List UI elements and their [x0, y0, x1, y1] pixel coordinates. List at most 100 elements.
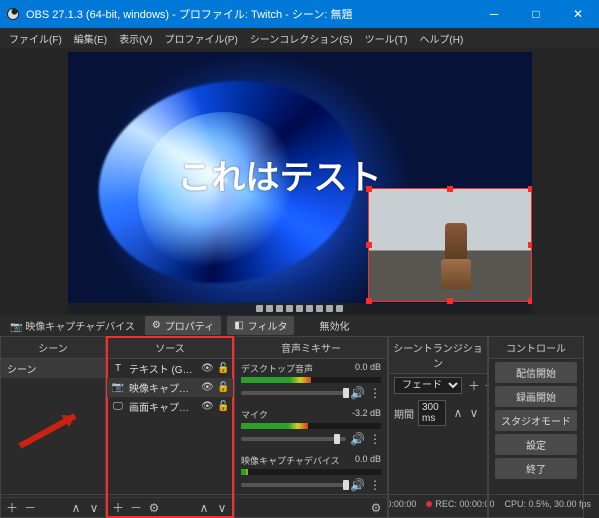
settings-button[interactable]: 設定: [495, 434, 577, 455]
start-recording-button[interactable]: 録画開始: [495, 386, 577, 407]
channel-name: デスクトップ音声: [241, 362, 313, 375]
remove-scene-button[interactable]: －: [22, 500, 38, 516]
start-streaming-button[interactable]: 配信開始: [495, 362, 577, 383]
scenes-panel: シーン シーン ＋ － ∧ ∨: [0, 336, 106, 518]
monitor-icon: 🖵: [111, 401, 125, 412]
sources-header: ソース: [107, 337, 233, 359]
audio-meter: [241, 377, 381, 383]
visibility-toggle[interactable]: 👁: [201, 401, 213, 412]
properties-button[interactable]: ⚙プロパティ: [145, 316, 221, 335]
duration-label: 期間: [394, 406, 414, 421]
visibility-toggle[interactable]: 👁: [201, 363, 213, 374]
source-item-text[interactable]: T テキスト (GDI+) 👁 🔓: [107, 359, 233, 378]
visibility-toggle[interactable]: 👁: [201, 382, 213, 393]
preview-area: これはテスト: [0, 48, 599, 314]
channel-menu-button[interactable]: ⋮: [369, 432, 381, 446]
channel-menu-button[interactable]: ⋮: [369, 386, 381, 400]
resize-handle[interactable]: [366, 298, 372, 304]
add-source-button[interactable]: ＋: [110, 500, 126, 516]
channel-db: 0.0 dB: [355, 362, 381, 375]
lock-toggle[interactable]: 🔓: [217, 363, 229, 374]
volume-slider[interactable]: [241, 483, 346, 487]
text-icon: T: [111, 363, 125, 374]
source-item-display[interactable]: 🖵 画面キャプチャ 👁 🔓: [107, 397, 233, 416]
resize-handle[interactable]: [528, 298, 532, 304]
mixer-header: 音声ミキサー: [235, 337, 387, 359]
filter-icon: ◧: [234, 320, 243, 331]
studio-mode-button[interactable]: スタジオモード: [495, 410, 577, 431]
resize-handle[interactable]: [447, 186, 453, 192]
lock-toggle[interactable]: 🔓: [217, 382, 229, 393]
controls-body: 配信開始 録画開始 スタジオモード 設定 終了: [489, 359, 583, 517]
mixer-channel: マイク-3.2 dB🔊⋮: [235, 405, 387, 451]
mute-button[interactable]: 🔊: [350, 432, 365, 446]
transition-add-button[interactable]: ＋: [466, 378, 482, 394]
mute-button[interactable]: 🔊: [350, 386, 365, 400]
menu-view[interactable]: 表示(V): [114, 30, 157, 47]
duration-up-button[interactable]: ∧: [450, 405, 466, 421]
menu-tools[interactable]: ツール(T): [360, 30, 413, 47]
remove-source-button[interactable]: －: [128, 500, 144, 516]
controls-header: コントロール: [489, 337, 583, 359]
deactivate-button[interactable]: 無効化: [312, 316, 356, 335]
source-down-button[interactable]: ∨: [214, 500, 230, 516]
transitions-header: シーントランジション: [389, 337, 487, 374]
transition-select[interactable]: フェード: [394, 377, 462, 394]
scenes-list[interactable]: シーン: [1, 359, 105, 497]
scene-item[interactable]: シーン: [1, 359, 105, 378]
transition-remove-button[interactable]: －: [482, 378, 487, 394]
channel-menu-button[interactable]: ⋮: [369, 478, 381, 492]
source-properties-button[interactable]: ⚙: [146, 500, 162, 516]
mixer-channel: デスクトップ音声 0.0 dB 🔊 ⋮: [235, 359, 387, 405]
resize-handle[interactable]: [528, 186, 532, 192]
filters-label: フィルタ: [248, 318, 288, 333]
source-name: テキスト (GDI+): [129, 361, 197, 376]
resize-handle[interactable]: [447, 298, 453, 304]
source-up-button[interactable]: ∧: [196, 500, 212, 516]
audio-meter: [241, 423, 381, 429]
scene-down-button[interactable]: ∨: [86, 500, 102, 516]
source-item-camera[interactable]: 📷 映像キャプチャデバ 👁 🔓: [107, 378, 233, 397]
obs-logo-icon: [0, 7, 26, 21]
menu-file[interactable]: ファイル(F): [4, 30, 67, 47]
camera-icon: 📷: [10, 322, 22, 333]
resize-handle[interactable]: [528, 242, 532, 248]
maximize-button[interactable]: □: [515, 0, 557, 28]
mixer-settings-button[interactable]: ⚙: [368, 500, 384, 516]
resize-handle[interactable]: [366, 186, 372, 192]
menu-help[interactable]: ヘルプ(H): [414, 30, 468, 47]
mixer-footer: ⚙: [235, 497, 387, 517]
menu-edit[interactable]: 編集(E): [69, 30, 112, 47]
lock-toggle[interactable]: 🔓: [217, 401, 229, 412]
minimize-button[interactable]: ─: [473, 0, 515, 28]
source-name: 画面キャプチャ: [129, 399, 197, 414]
camera-icon: 📷: [111, 382, 125, 393]
resize-handle[interactable]: [366, 242, 372, 248]
sources-list[interactable]: T テキスト (GDI+) 👁 🔓 📷 映像キャプチャデバ 👁 🔓 🖵 画面キャ…: [107, 359, 233, 497]
transitions-panel: シーントランジション フェード ＋ － ⚙ 期間 300 ms ∧ ∨: [388, 336, 488, 518]
scene-up-button[interactable]: ∧: [68, 500, 84, 516]
preview-camera-box[interactable]: [368, 188, 532, 302]
annotation-arrow: [15, 401, 95, 451]
scenes-header: シーン: [1, 337, 105, 359]
add-scene-button[interactable]: ＋: [4, 500, 20, 516]
close-button[interactable]: ✕: [557, 0, 599, 28]
audio-meter: [241, 469, 381, 475]
menu-scene-collection[interactable]: シーンコレクション(S): [245, 30, 358, 47]
menu-profile[interactable]: プロファイル(P): [159, 30, 242, 47]
volume-slider[interactable]: [241, 391, 346, 395]
duration-down-button[interactable]: ∨: [466, 405, 482, 421]
window-title: OBS 27.1.3 (64-bit, windows) - プロファイル: T…: [26, 6, 473, 22]
titlebar[interactable]: OBS 27.1.3 (64-bit, windows) - プロファイル: T…: [0, 0, 599, 28]
channel-name: マイク: [241, 408, 268, 421]
duration-input[interactable]: 300 ms: [418, 400, 446, 426]
volume-slider[interactable]: [241, 437, 346, 441]
exit-button[interactable]: 終了: [495, 458, 577, 479]
filters-button[interactable]: ◧ フィルタ: [227, 316, 294, 335]
mute-button[interactable]: 🔊: [350, 478, 365, 492]
preview-canvas[interactable]: これはテスト: [68, 52, 532, 314]
gear-icon: ⚙: [152, 320, 161, 331]
preview-text-overlay[interactable]: これはテスト: [178, 150, 382, 199]
selected-source-label: 映像キャプチャデバイス: [25, 322, 135, 333]
camera-subject: [431, 209, 481, 289]
